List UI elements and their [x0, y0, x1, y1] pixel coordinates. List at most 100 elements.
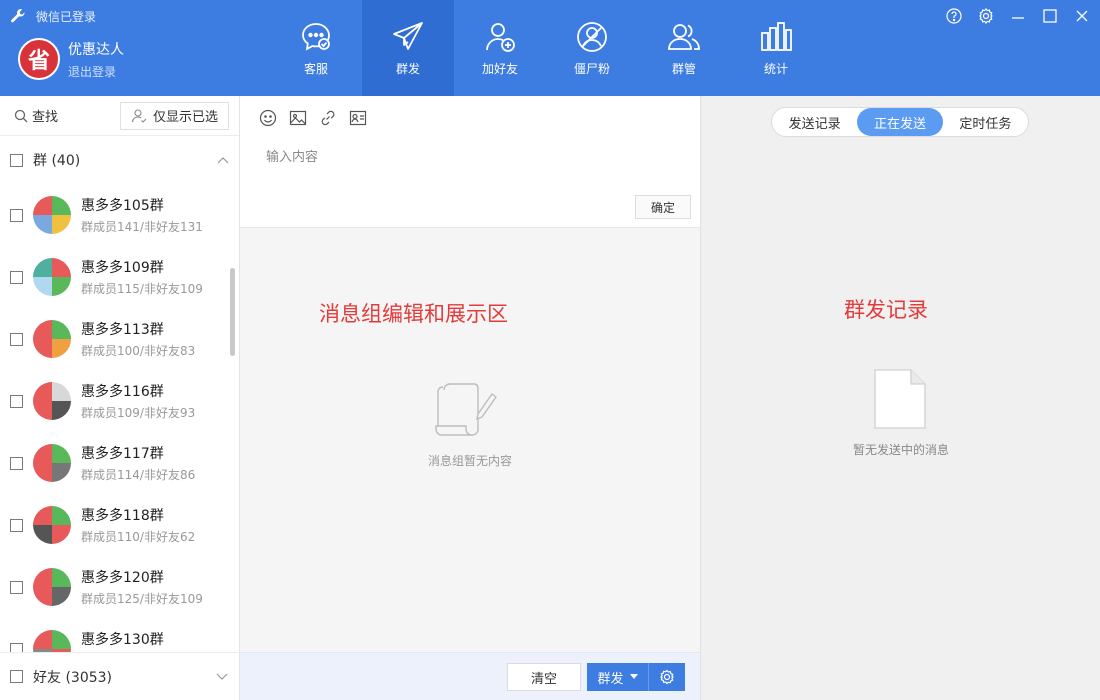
group-avatar — [33, 506, 71, 544]
nav-item-customer-service[interactable]: 客服 — [270, 0, 362, 96]
list-item[interactable]: 惠多多117群群成员114/非好友86 — [0, 432, 238, 494]
group-checkbox[interactable] — [10, 394, 23, 408]
avatar-tile — [52, 463, 71, 482]
list-item[interactable]: 惠多多116群 群成员109/非好友93 — [0, 370, 238, 432]
tab-send-history[interactable]: 发送记录 — [772, 108, 857, 136]
group-section-header[interactable]: 群 (40) — [0, 136, 239, 184]
avatar-tile — [52, 215, 71, 234]
card-icon[interactable] — [348, 108, 368, 128]
group-name: 惠多多116群 — [81, 384, 164, 400]
avatar-tile — [33, 506, 52, 525]
avatar-tile — [33, 444, 52, 463]
confirm-button[interactable]: 确定 — [635, 195, 691, 219]
message-input[interactable]: 输入内容 — [266, 146, 318, 165]
nav-label: 加好友 — [481, 61, 518, 76]
scrollbar-thumb[interactable] — [230, 268, 235, 356]
group-name: 惠多多109群 — [81, 260, 164, 276]
logout-link[interactable]: 退出登录 — [68, 63, 124, 80]
avatar-tile — [52, 401, 71, 420]
tab-sending[interactable]: 正在发送 — [857, 108, 943, 136]
minimize-icon[interactable] — [1010, 8, 1026, 24]
nav-label: 僵尸粉 — [573, 61, 610, 76]
group-checkbox[interactable] — [10, 270, 23, 284]
avatar-tile — [52, 587, 71, 606]
avatar-tile — [33, 196, 52, 215]
group-member-count: 群成员114/非好友86 — [81, 468, 196, 482]
nav-label: 客服 — [303, 61, 328, 76]
add-user-icon — [486, 22, 515, 52]
group-checkbox[interactable] — [10, 518, 23, 532]
gear-icon[interactable] — [978, 8, 994, 24]
user-name: 优惠达人 — [68, 41, 124, 58]
nav-item-zombie-fans[interactable]: 僵尸粉 — [546, 0, 638, 96]
search-input[interactable]: 查找 — [14, 106, 58, 125]
group-section-title: 群 (40) — [33, 153, 81, 169]
avatar-tile — [33, 277, 52, 296]
emoji-icon[interactable] — [258, 108, 278, 128]
avatar-tile — [52, 258, 71, 277]
avatar-tile — [33, 382, 52, 401]
group-info: 惠多多117群群成员114/非好友86 — [81, 443, 195, 483]
empty-document-icon — [874, 369, 926, 429]
avatar-tile — [33, 401, 52, 420]
group-avatar — [33, 382, 71, 420]
send-record-panel: 发送记录 正在发送 定时任务 群发记录 暂无发送中的消息 — [700, 96, 1100, 700]
avatar-logo-text: 省 — [27, 48, 50, 74]
avatar-tile — [33, 339, 52, 358]
only-selected-label: 仅显示已选 — [152, 110, 218, 125]
mass-send-button[interactable]: 群发 — [587, 663, 649, 691]
caret-down-icon[interactable] — [629, 674, 638, 680]
group-member-count: 群成员100/非好友83 — [81, 344, 196, 358]
wrench-icon[interactable] — [10, 8, 26, 24]
app-header: 微信已登录 省 优惠达人 退出登录 客服 群发 加好友 僵尸粉 群管 统计 — [0, 0, 1100, 96]
group-checkbox[interactable] — [10, 332, 23, 346]
group-name: 惠多多117群 — [81, 446, 164, 462]
nav-item-mass-send[interactable]: 群发 — [362, 0, 454, 96]
list-item[interactable]: 惠多多105群 群成员141/非好友131 — [0, 184, 238, 246]
group-info: 惠多多109群 群成员115/非好友109 — [81, 257, 203, 297]
nav-item-add-friend[interactable]: 加好友 — [454, 0, 546, 96]
group-member-count: 群成员125/非好友109 — [81, 592, 203, 606]
editor-toolbar — [258, 108, 368, 128]
group-info: 惠多多120群群成员125/非好友109 — [81, 567, 203, 607]
close-icon[interactable] — [1074, 8, 1090, 24]
image-icon[interactable] — [288, 108, 308, 128]
chevron-up-icon[interactable] — [217, 156, 229, 164]
group-checkbox[interactable] — [10, 580, 23, 594]
avatar-tile — [33, 587, 52, 606]
link-icon[interactable] — [318, 108, 338, 128]
nav-item-group-manage[interactable]: 群管 — [638, 0, 730, 96]
avatar-tile — [52, 444, 71, 463]
group-checkbox[interactable] — [10, 456, 23, 470]
avatar-tile — [52, 339, 71, 358]
help-icon[interactable] — [946, 8, 962, 24]
friends-select-all-checkbox[interactable] — [10, 670, 23, 683]
chevron-down-icon[interactable] — [216, 673, 228, 681]
tab-scheduled[interactable]: 定时任务 — [943, 108, 1028, 136]
empty-state — [428, 382, 508, 442]
group-info: 惠多多116群 群成员109/非好友93 — [81, 381, 195, 421]
only-selected-button[interactable]: 仅显示已选 — [119, 101, 229, 130]
friends-section-header[interactable]: 好友 (3053) — [0, 652, 238, 700]
avatar[interactable]: 省 — [18, 38, 60, 80]
list-item[interactable]: 惠多多113群 群成员100/非好友83 — [0, 308, 238, 370]
avatar-tile — [33, 630, 52, 649]
group-avatar — [33, 258, 71, 296]
nav-item-statistics[interactable]: 统计 — [730, 0, 822, 96]
message-group-panel: 输入内容 确定 消息组编辑和展示区 消息组暂无内容 清空 群发 — [240, 96, 700, 700]
clear-button[interactable]: 清空 — [507, 663, 581, 691]
group-info: 惠多多113群 群成员100/非好友83 — [81, 319, 195, 359]
group-icon — [668, 23, 700, 50]
group-select-all-checkbox[interactable] — [10, 153, 23, 167]
send-settings-button[interactable] — [649, 663, 685, 691]
group-name: 惠多多120群 — [81, 570, 164, 586]
avatar-tile — [33, 320, 52, 339]
maximize-icon[interactable] — [1042, 8, 1058, 24]
list-item[interactable]: 惠多多109群 群成员115/非好友109 — [0, 246, 238, 308]
list-item[interactable]: 惠多多118群 群成员110/非好友62 — [0, 494, 238, 556]
action-bar: 清空 群发 — [240, 652, 700, 700]
bar-chart-icon — [761, 21, 792, 51]
group-member-count: 群成员110/非好友62 — [81, 530, 196, 544]
group-checkbox[interactable] — [10, 208, 23, 222]
list-item[interactable]: 惠多多120群群成员125/非好友109 — [0, 556, 238, 618]
